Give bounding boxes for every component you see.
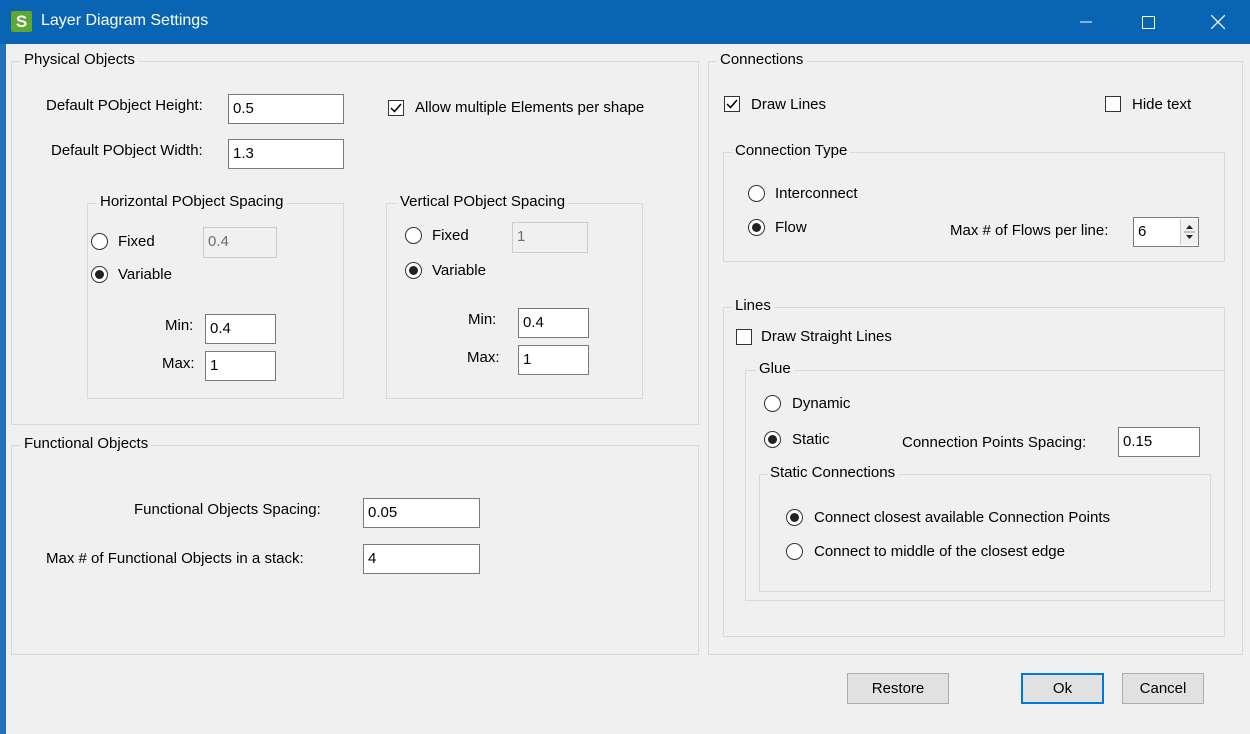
interconnect-label: Interconnect xyxy=(775,185,858,202)
checkmark-icon xyxy=(390,103,402,113)
connection-points-spacing-label: Connection Points Spacing: xyxy=(902,434,1087,451)
default-height-input[interactable]: 0.5 xyxy=(228,94,344,124)
dynamic-radio[interactable] xyxy=(764,395,781,412)
static-connections-group xyxy=(759,474,1211,592)
vertical-min-label: Min: xyxy=(468,311,497,328)
maximize-icon xyxy=(1141,15,1155,29)
horizontal-max-label: Max: xyxy=(162,355,195,372)
functional-max-stack-label: Max # of Functional Objects in a stack: xyxy=(46,550,304,567)
flow-label: Flow xyxy=(775,219,807,236)
default-height-label: Default PObject Height: xyxy=(46,97,203,114)
horizontal-max-input[interactable]: 1 xyxy=(205,351,276,381)
functional-max-stack-input[interactable]: 4 xyxy=(363,544,480,574)
interconnect-radio[interactable] xyxy=(748,185,765,202)
connection-points-spacing-input[interactable]: 0.15 xyxy=(1118,427,1200,457)
hide-text-checkbox[interactable] xyxy=(1105,96,1121,112)
horizontal-fixed-label: Fixed xyxy=(118,233,155,250)
horizontal-min-label: Min: xyxy=(165,317,194,334)
default-width-label: Default PObject Width: xyxy=(51,142,203,159)
restore-button[interactable]: Restore xyxy=(847,673,949,704)
maximize-button[interactable] xyxy=(1120,0,1176,44)
max-flows-input[interactable]: 6 xyxy=(1133,217,1199,247)
functional-spacing-label: Functional Objects Spacing: xyxy=(134,501,321,518)
vertical-fixed-radio[interactable] xyxy=(405,227,422,244)
minimize-icon xyxy=(1080,21,1092,23)
connect-closest-label: Connect closest available Connection Poi… xyxy=(814,509,1111,526)
window-border xyxy=(0,44,6,734)
title-bar[interactable]: S Layer Diagram Settings xyxy=(0,0,1250,44)
vertical-max-input[interactable]: 1 xyxy=(518,345,589,375)
cancel-button[interactable]: Cancel xyxy=(1122,673,1204,704)
horizontal-fixed-input[interactable]: 0.4 xyxy=(203,227,277,258)
static-label: Static xyxy=(792,431,830,448)
checkmark-icon xyxy=(726,99,738,109)
static-connections-legend: Static Connections xyxy=(767,464,899,481)
vertical-spacing-legend: Vertical PObject Spacing xyxy=(397,193,569,210)
max-flows-label: Max # of Flows per line: xyxy=(950,222,1109,239)
dynamic-label: Dynamic xyxy=(792,395,851,412)
horizontal-fixed-radio[interactable] xyxy=(91,233,108,250)
connections-legend: Connections xyxy=(717,51,807,68)
horizontal-spacing-legend: Horizontal PObject Spacing xyxy=(97,193,287,210)
vertical-max-label: Max: xyxy=(467,349,500,366)
functional-spacing-input[interactable]: 0.05 xyxy=(363,498,480,528)
allow-multiple-checkbox[interactable] xyxy=(388,100,404,116)
draw-lines-label: Draw Lines xyxy=(751,96,827,113)
window-title: Layer Diagram Settings xyxy=(41,12,209,29)
spinner-arrows-icon xyxy=(1184,225,1195,239)
max-flows-value: 6 xyxy=(1138,223,1147,240)
draw-lines-checkbox[interactable] xyxy=(724,96,740,112)
minimize-button[interactable] xyxy=(1058,0,1114,44)
draw-straight-lines-label: Draw Straight Lines xyxy=(761,328,892,345)
draw-straight-lines-checkbox[interactable] xyxy=(736,329,752,345)
lines-legend: Lines xyxy=(732,297,774,314)
horizontal-variable-label: Variable xyxy=(118,266,172,283)
default-width-input[interactable]: 1.3 xyxy=(228,139,344,169)
ok-button[interactable]: Ok xyxy=(1021,673,1104,704)
close-icon xyxy=(1211,15,1225,29)
functional-objects-legend: Functional Objects xyxy=(21,435,152,452)
hide-text-label: Hide text xyxy=(1132,96,1192,113)
allow-multiple-label: Allow multiple Elements per shape xyxy=(415,99,645,116)
vertical-variable-label: Variable xyxy=(432,262,486,279)
connect-closest-radio[interactable] xyxy=(786,509,803,526)
physical-objects-legend: Physical Objects xyxy=(21,51,138,68)
connection-type-legend: Connection Type xyxy=(732,142,851,159)
static-radio[interactable] xyxy=(764,431,781,448)
connect-middle-radio[interactable] xyxy=(786,543,803,560)
max-flows-spinner[interactable] xyxy=(1180,219,1198,245)
vertical-fixed-input[interactable]: 1 xyxy=(512,222,588,253)
vertical-min-input[interactable]: 0.4 xyxy=(518,308,589,338)
horizontal-min-input[interactable]: 0.4 xyxy=(205,314,276,344)
glue-legend: Glue xyxy=(756,360,794,377)
horizontal-variable-radio[interactable] xyxy=(91,266,108,283)
vertical-fixed-label: Fixed xyxy=(432,227,469,244)
app-icon: S xyxy=(11,11,32,32)
connect-middle-label: Connect to middle of the closest edge xyxy=(814,543,1065,560)
vertical-variable-radio[interactable] xyxy=(405,262,422,279)
flow-radio[interactable] xyxy=(748,219,765,236)
close-button[interactable] xyxy=(1190,0,1246,44)
